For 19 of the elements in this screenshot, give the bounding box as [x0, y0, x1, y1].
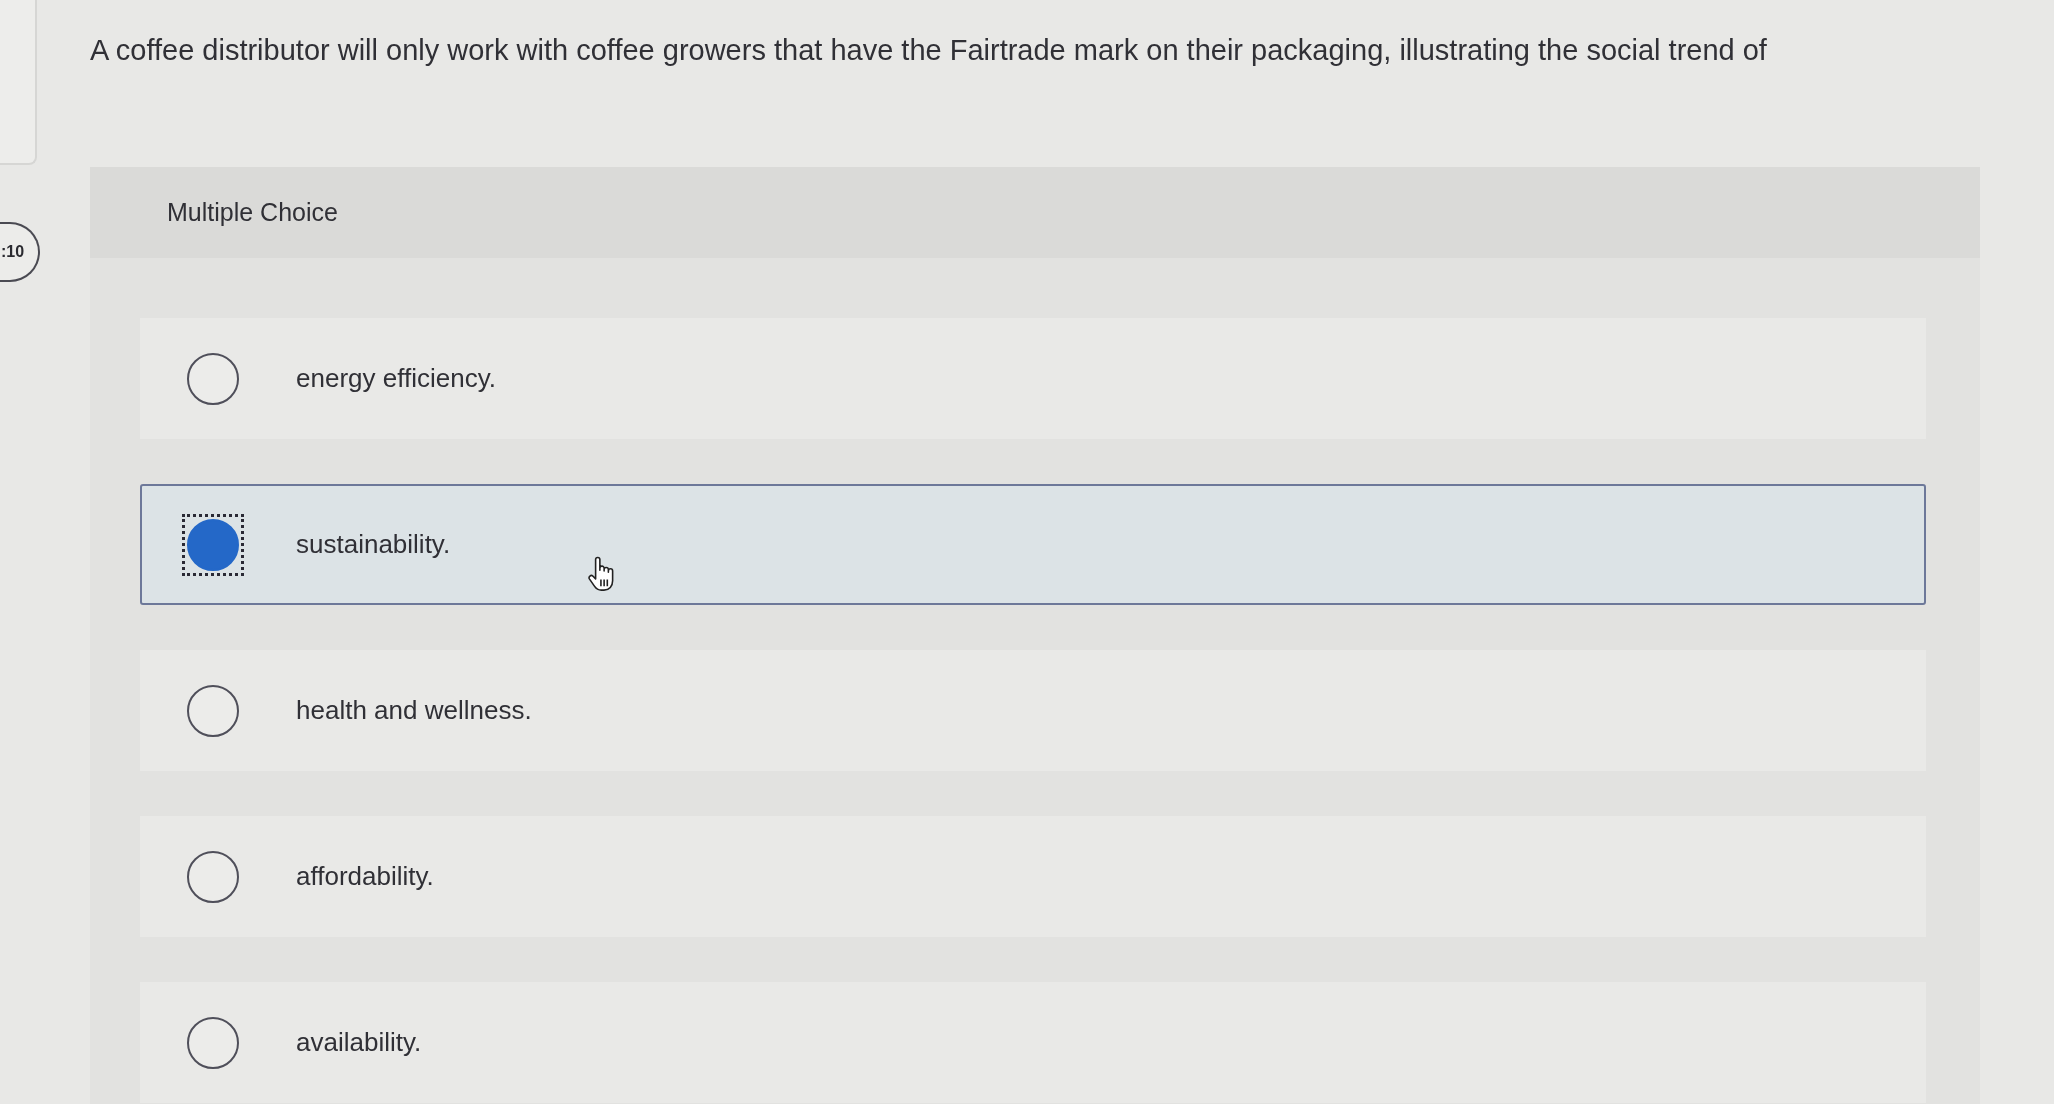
option-label: affordability. [296, 861, 434, 892]
answer-option[interactable]: health and wellness. [140, 650, 1926, 771]
answer-option[interactable]: sustainability. [140, 484, 1926, 605]
radio-button[interactable] [187, 684, 239, 737]
option-label: health and wellness. [296, 695, 532, 726]
question-type-label: Multiple Choice [167, 198, 338, 227]
radio-button[interactable] [187, 352, 239, 405]
answer-option[interactable]: energy efficiency. [140, 318, 1926, 439]
radio-button[interactable] [187, 850, 239, 903]
hand-cursor-icon [588, 556, 614, 592]
radio-button[interactable] [187, 1016, 239, 1069]
answer-option[interactable]: availability. [140, 982, 1926, 1103]
option-label: energy efficiency. [296, 363, 496, 394]
option-label: sustainability. [296, 529, 451, 560]
question-text: A coffee distributor will only work with coffee growers that have the Fairtrade mark on their packaging, illustrating the social trend of [90, 33, 1767, 68]
answer-option[interactable]: affordability. [140, 816, 1926, 937]
timer-badge: :10 [0, 222, 40, 282]
radio-button[interactable] [182, 513, 244, 576]
option-label: availability. [296, 1027, 422, 1058]
